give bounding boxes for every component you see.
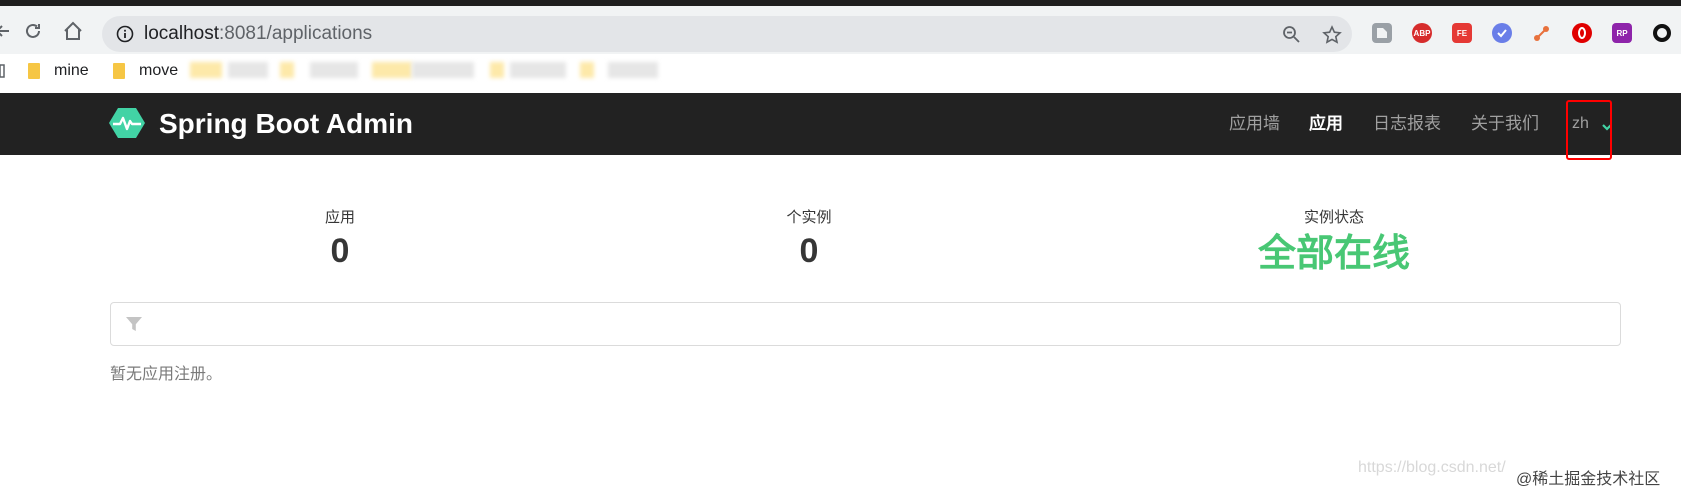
- fe-helper-icon[interactable]: FE: [1452, 23, 1472, 43]
- redacted-bookmark: [190, 62, 222, 78]
- star-icon[interactable]: [1322, 25, 1342, 50]
- applications-stat: 应用 0: [220, 205, 460, 271]
- language-highlight-box: [1566, 100, 1612, 160]
- stat-label: 个实例: [786, 209, 832, 226]
- redacted-bookmark: [580, 62, 594, 78]
- url-path: :8081/applications: [219, 23, 373, 44]
- opera-icon[interactable]: [1572, 23, 1592, 43]
- rp-extension-icon[interactable]: RP: [1612, 23, 1632, 43]
- redacted-bookmark: [608, 62, 658, 78]
- filter-icon: [125, 315, 143, 338]
- nav-applications[interactable]: 应用: [1309, 93, 1343, 155]
- bookmark-label: move: [139, 62, 179, 79]
- redacted-bookmark: [372, 62, 412, 78]
- blog-watermark: https://blog.csdn.net/: [1358, 459, 1506, 476]
- brand-title[interactable]: Spring Boot Admin: [159, 93, 413, 155]
- bookmark-mine[interactable]: mine: [28, 60, 89, 82]
- redacted-bookmark: [310, 62, 358, 78]
- address-bar[interactable]: localhost:8081/applications: [102, 16, 1352, 52]
- filter-box[interactable]: [110, 302, 1621, 346]
- redacted-bookmark: [412, 62, 474, 78]
- redacted-bookmark: [510, 62, 566, 78]
- stat-value: 0: [799, 232, 819, 270]
- folder-icon: [28, 63, 40, 79]
- circle-extension-icon[interactable]: [1652, 23, 1672, 43]
- apps-icon[interactable]: [0, 60, 6, 82]
- browser-toolbar: localhost:8081/applications ABP FE RP: [0, 6, 1681, 54]
- stat-label: 应用: [324, 209, 355, 226]
- stat-value: 0: [330, 232, 350, 270]
- reload-icon[interactable]: [22, 20, 44, 42]
- empty-applications-message: 暂无应用注册。: [110, 366, 223, 383]
- app-navbar: Spring Boot Admin 应用墙 应用 日志报表 关于我们: [0, 93, 1681, 155]
- community-watermark: @稀土掘金技术社区: [1514, 465, 1661, 489]
- folder-icon: [113, 63, 125, 79]
- bookmark-label: mine: [54, 62, 89, 79]
- redacted-bookmark: [280, 62, 294, 78]
- filter-input[interactable]: [151, 309, 1605, 341]
- home-icon[interactable]: [62, 20, 84, 42]
- stat-label: 实例状态: [1303, 209, 1364, 226]
- extension-puzzle-icon[interactable]: [1372, 23, 1392, 43]
- status-value: 全部在线: [1257, 233, 1410, 275]
- url-host: localhost: [144, 23, 219, 44]
- network-extension-icon[interactable]: [1532, 23, 1552, 43]
- url-text[interactable]: localhost:8081/applications: [144, 16, 372, 52]
- checkmark-extension-icon[interactable]: [1492, 23, 1512, 43]
- spring-boot-admin-logo-icon[interactable]: [109, 107, 145, 144]
- instances-stat: 个实例 0: [689, 205, 929, 271]
- info-icon[interactable]: [116, 25, 134, 48]
- adblock-icon[interactable]: ABP: [1412, 23, 1432, 43]
- back-icon[interactable]: [0, 20, 14, 42]
- bookmark-move[interactable]: move: [113, 60, 178, 82]
- nav-about[interactable]: 关于我们: [1471, 93, 1539, 155]
- redacted-bookmark: [228, 62, 268, 78]
- zoom-out-icon[interactable]: [1282, 25, 1300, 48]
- nav-wallboard[interactable]: 应用墙: [1229, 93, 1280, 155]
- nav-journal[interactable]: 日志报表: [1373, 93, 1441, 155]
- redacted-bookmark: [490, 62, 504, 78]
- instance-status-stat: 实例状态 全部在线: [1214, 205, 1454, 277]
